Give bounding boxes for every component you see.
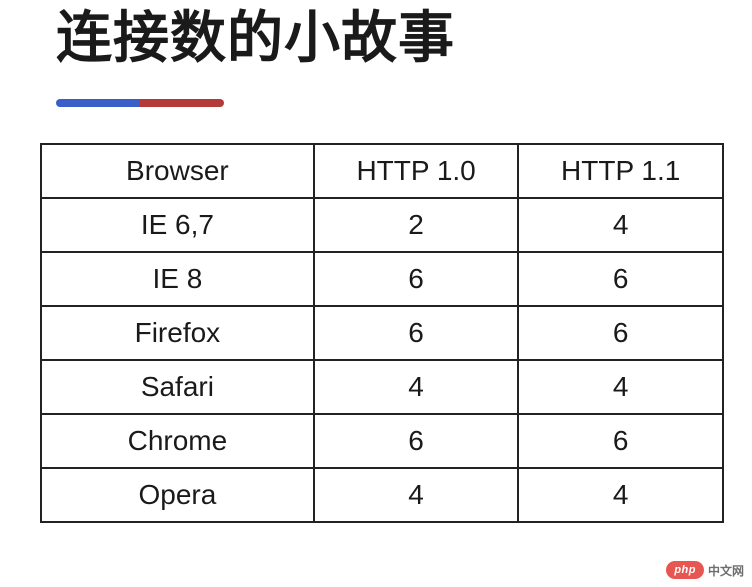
cell-http11: 6: [518, 252, 723, 306]
watermark-text: 中文网: [708, 562, 744, 579]
col-header-browser: Browser: [41, 144, 314, 198]
connections-table-wrap: Browser HTTP 1.0 HTTP 1.1 IE 6,7 2 4 IE …: [40, 143, 724, 523]
cell-browser: IE 8: [41, 252, 314, 306]
cell-http11: 6: [518, 414, 723, 468]
cell-http11: 6: [518, 306, 723, 360]
cell-http10: 2: [314, 198, 519, 252]
watermark: php 中文网: [666, 561, 744, 579]
cell-browser: Opera: [41, 468, 314, 522]
connections-table: Browser HTTP 1.0 HTTP 1.1 IE 6,7 2 4 IE …: [40, 143, 724, 523]
table-header-row: Browser HTTP 1.0 HTTP 1.1: [41, 144, 723, 198]
cell-http11: 4: [518, 360, 723, 414]
table-row: Safari 4 4: [41, 360, 723, 414]
table-row: IE 8 6 6: [41, 252, 723, 306]
cell-browser: Chrome: [41, 414, 314, 468]
cell-http10: 6: [314, 414, 519, 468]
table-row: Chrome 6 6: [41, 414, 723, 468]
cell-http10: 4: [314, 468, 519, 522]
cell-http10: 6: [314, 306, 519, 360]
col-header-http10: HTTP 1.0: [314, 144, 519, 198]
title-underline: [56, 99, 224, 107]
col-header-http11: HTTP 1.1: [518, 144, 723, 198]
cell-browser: Firefox: [41, 306, 314, 360]
underline-red-segment: [140, 99, 224, 107]
cell-browser: IE 6,7: [41, 198, 314, 252]
table-row: Firefox 6 6: [41, 306, 723, 360]
underline-blue-segment: [56, 99, 140, 107]
watermark-badge: php: [666, 561, 704, 579]
cell-http10: 6: [314, 252, 519, 306]
table-row: Opera 4 4: [41, 468, 723, 522]
cell-http10: 4: [314, 360, 519, 414]
cell-browser: Safari: [41, 360, 314, 414]
table-row: IE 6,7 2 4: [41, 198, 723, 252]
cell-http11: 4: [518, 198, 723, 252]
cell-http11: 4: [518, 468, 723, 522]
page-title: 连接数的小故事: [56, 0, 752, 71]
